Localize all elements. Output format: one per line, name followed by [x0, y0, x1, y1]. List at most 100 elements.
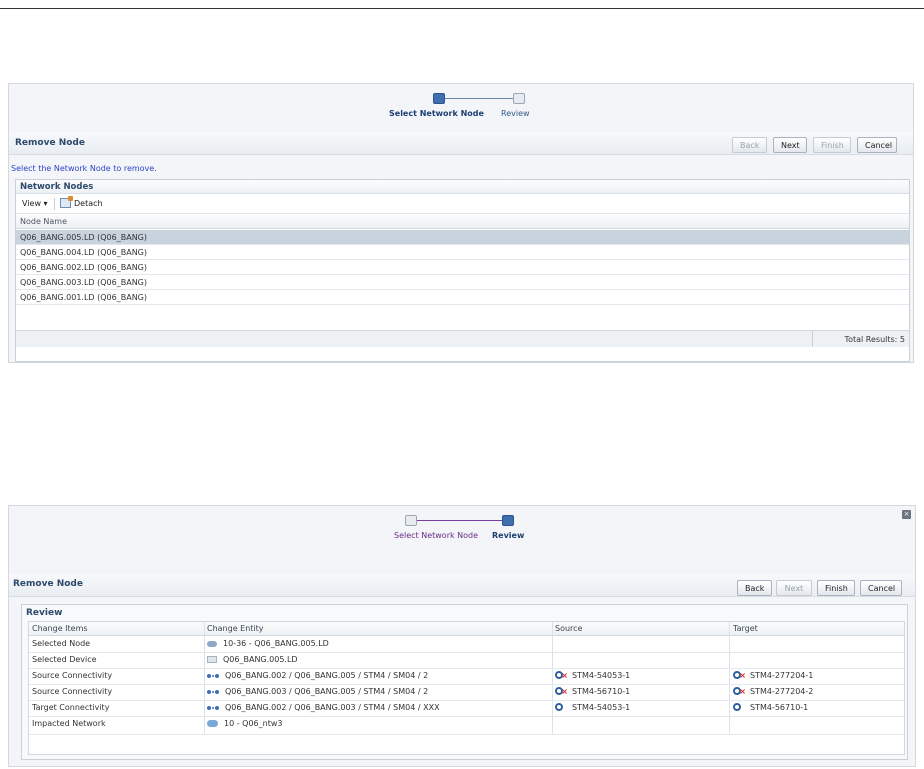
column-header-source[interactable]: Source: [555, 621, 582, 637]
back-button[interactable]: Back: [732, 137, 767, 153]
port-icon: [733, 702, 744, 713]
change-entity-text: Q06_BANG.002 / Q06_BANG.003 / STM4 / SM0…: [225, 703, 440, 712]
source-text: STM4-56710-1: [572, 687, 631, 696]
target-text: STM4-277204-1: [750, 671, 814, 680]
source-cell: STM4-54053-1: [555, 700, 630, 716]
train-stop-review[interactable]: [513, 93, 525, 104]
change-entity-text: Q06_BANG.003 / Q06_BANG.005 / STM4 / SM0…: [225, 687, 429, 696]
row-divider: [29, 734, 904, 735]
train-stop-select-node[interactable]: [405, 515, 417, 526]
view-menu-label: View: [22, 199, 41, 208]
column-divider: [729, 622, 730, 735]
connectivity-icon: [207, 705, 219, 711]
port-removed-icon: [733, 668, 746, 684]
column-header-target[interactable]: Target: [733, 621, 758, 637]
row-divider: [29, 716, 904, 717]
column-divider: [552, 622, 553, 735]
port-icon: [555, 702, 566, 713]
table-row[interactable]: Q06_BANG.003.LD (Q06_BANG): [16, 275, 909, 290]
review-table-header: [29, 622, 904, 636]
close-icon[interactable]: ×: [902, 510, 911, 519]
train-connector: [408, 520, 504, 521]
source-text: STM4-54053-1: [572, 703, 631, 712]
column-header-change-entity[interactable]: Change Entity: [207, 621, 264, 637]
node-icon: [207, 640, 217, 647]
cancel-button[interactable]: Cancel: [857, 137, 897, 153]
review-table: Change Items Change Entity Source Target…: [28, 621, 905, 755]
train-connector: [436, 98, 516, 99]
network-nodes-box: Network Nodes View ▾ Detach Node Name Q0…: [15, 179, 910, 362]
remove-node-step1-panel: Select Network Node Review Remove Node B…: [8, 83, 914, 363]
source-cell: STM4-56710-1: [555, 684, 630, 700]
table-row[interactable]: Q06_BANG.001.LD (Q06_BANG): [16, 290, 909, 305]
change-entity-cell: Q06_BANG.002 / Q06_BANG.005 / STM4 / SM0…: [207, 668, 428, 684]
change-entity-cell: 10-36 - Q06_BANG.005.LD: [207, 636, 329, 652]
source-text: STM4-54053-1: [572, 671, 631, 680]
wizard-train: Select Network Node Review: [387, 84, 547, 124]
train-label-review[interactable]: Review: [492, 531, 524, 540]
chevron-down-icon: ▾: [43, 199, 48, 208]
change-entity-cell: Q06_BANG.003 / Q06_BANG.005 / STM4 / SM0…: [207, 684, 428, 700]
finish-button[interactable]: Finish: [817, 580, 855, 596]
finish-button[interactable]: Finish: [813, 137, 851, 153]
wizard-train: Select Network Node Review: [394, 506, 554, 546]
remove-node-review-panel: × Select Network Node Review Remove Node…: [8, 505, 916, 767]
port-removed-icon: [733, 684, 746, 700]
table-row[interactable]: Q06_BANG.004.LD (Q06_BANG): [16, 245, 909, 260]
port-removed-icon: [555, 668, 568, 684]
change-entity-cell: Q06_BANG.005.LD: [207, 652, 298, 668]
page-title: Remove Node: [13, 579, 83, 589]
footer-separator: [812, 331, 813, 347]
target-cell: STM4-277204-1: [733, 668, 813, 684]
view-menu[interactable]: View ▾: [22, 199, 48, 208]
change-item-cell: Selected Device: [32, 655, 97, 664]
network-cloud-icon: [207, 720, 218, 727]
next-button[interactable]: Next: [776, 580, 812, 596]
network-nodes-title: Network Nodes: [16, 180, 909, 194]
train-stop-select-node[interactable]: [433, 93, 445, 104]
detach-icon[interactable]: [60, 196, 73, 208]
change-entity-text: Q06_BANG.002 / Q06_BANG.005 / STM4 / SM0…: [225, 671, 429, 680]
review-box: Review Change Items Change Entity Source…: [21, 604, 908, 760]
cancel-button[interactable]: Cancel: [860, 580, 902, 596]
train-label-select-node[interactable]: Select Network Node: [394, 531, 478, 540]
toolbar-separator: [54, 198, 55, 210]
column-header-node-name[interactable]: Node Name: [16, 215, 909, 229]
change-item-cell: Source Connectivity: [32, 671, 113, 680]
device-icon: [207, 656, 217, 663]
top-divider: [0, 8, 924, 9]
change-entity-text: 10-36 - Q06_BANG.005.LD: [223, 639, 329, 648]
change-entity-cell: 10 - Q06_ntw3: [207, 716, 282, 732]
connectivity-icon: [207, 673, 219, 679]
next-button[interactable]: Next: [773, 137, 807, 153]
table-toolbar: View ▾ Detach: [16, 195, 909, 214]
connectivity-icon: [207, 689, 219, 695]
target-cell: STM4-277204-2: [733, 684, 813, 700]
total-results: Total Results: 5: [844, 335, 905, 344]
target-cell: STM4-56710-1: [733, 700, 808, 716]
back-button[interactable]: Back: [737, 580, 772, 596]
change-entity-cell: Q06_BANG.002 / Q06_BANG.003 / STM4 / SM0…: [207, 700, 440, 716]
table-row[interactable]: Q06_BANG.002.LD (Q06_BANG): [16, 260, 909, 275]
table-footer: Total Results: 5: [16, 330, 909, 347]
column-header-change-items[interactable]: Change Items: [32, 621, 88, 637]
change-entity-text: 10 - Q06_ntw3: [224, 719, 283, 728]
change-item-cell: Selected Node: [32, 639, 91, 648]
train-stop-review[interactable]: [502, 515, 514, 526]
change-item-cell: Impacted Network: [32, 719, 106, 728]
port-removed-icon: [555, 684, 568, 700]
page-title: Remove Node: [15, 138, 85, 148]
change-item-cell: Source Connectivity: [32, 687, 113, 696]
target-text: STM4-56710-1: [750, 703, 809, 712]
review-title: Review: [26, 608, 63, 618]
table-row[interactable]: Q06_BANG.005.LD (Q06_BANG): [16, 230, 909, 245]
train-label-select-node[interactable]: Select Network Node: [389, 109, 484, 118]
instruction-text: Select the Network Node to remove.: [11, 164, 157, 173]
column-divider: [204, 622, 205, 735]
source-cell: STM4-54053-1: [555, 668, 630, 684]
row-divider: [29, 652, 904, 653]
train-label-review[interactable]: Review: [501, 109, 530, 118]
change-item-cell: Target Connectivity: [32, 703, 110, 712]
change-entity-text: Q06_BANG.005.LD: [223, 655, 298, 664]
detach-button[interactable]: Detach: [74, 199, 103, 208]
